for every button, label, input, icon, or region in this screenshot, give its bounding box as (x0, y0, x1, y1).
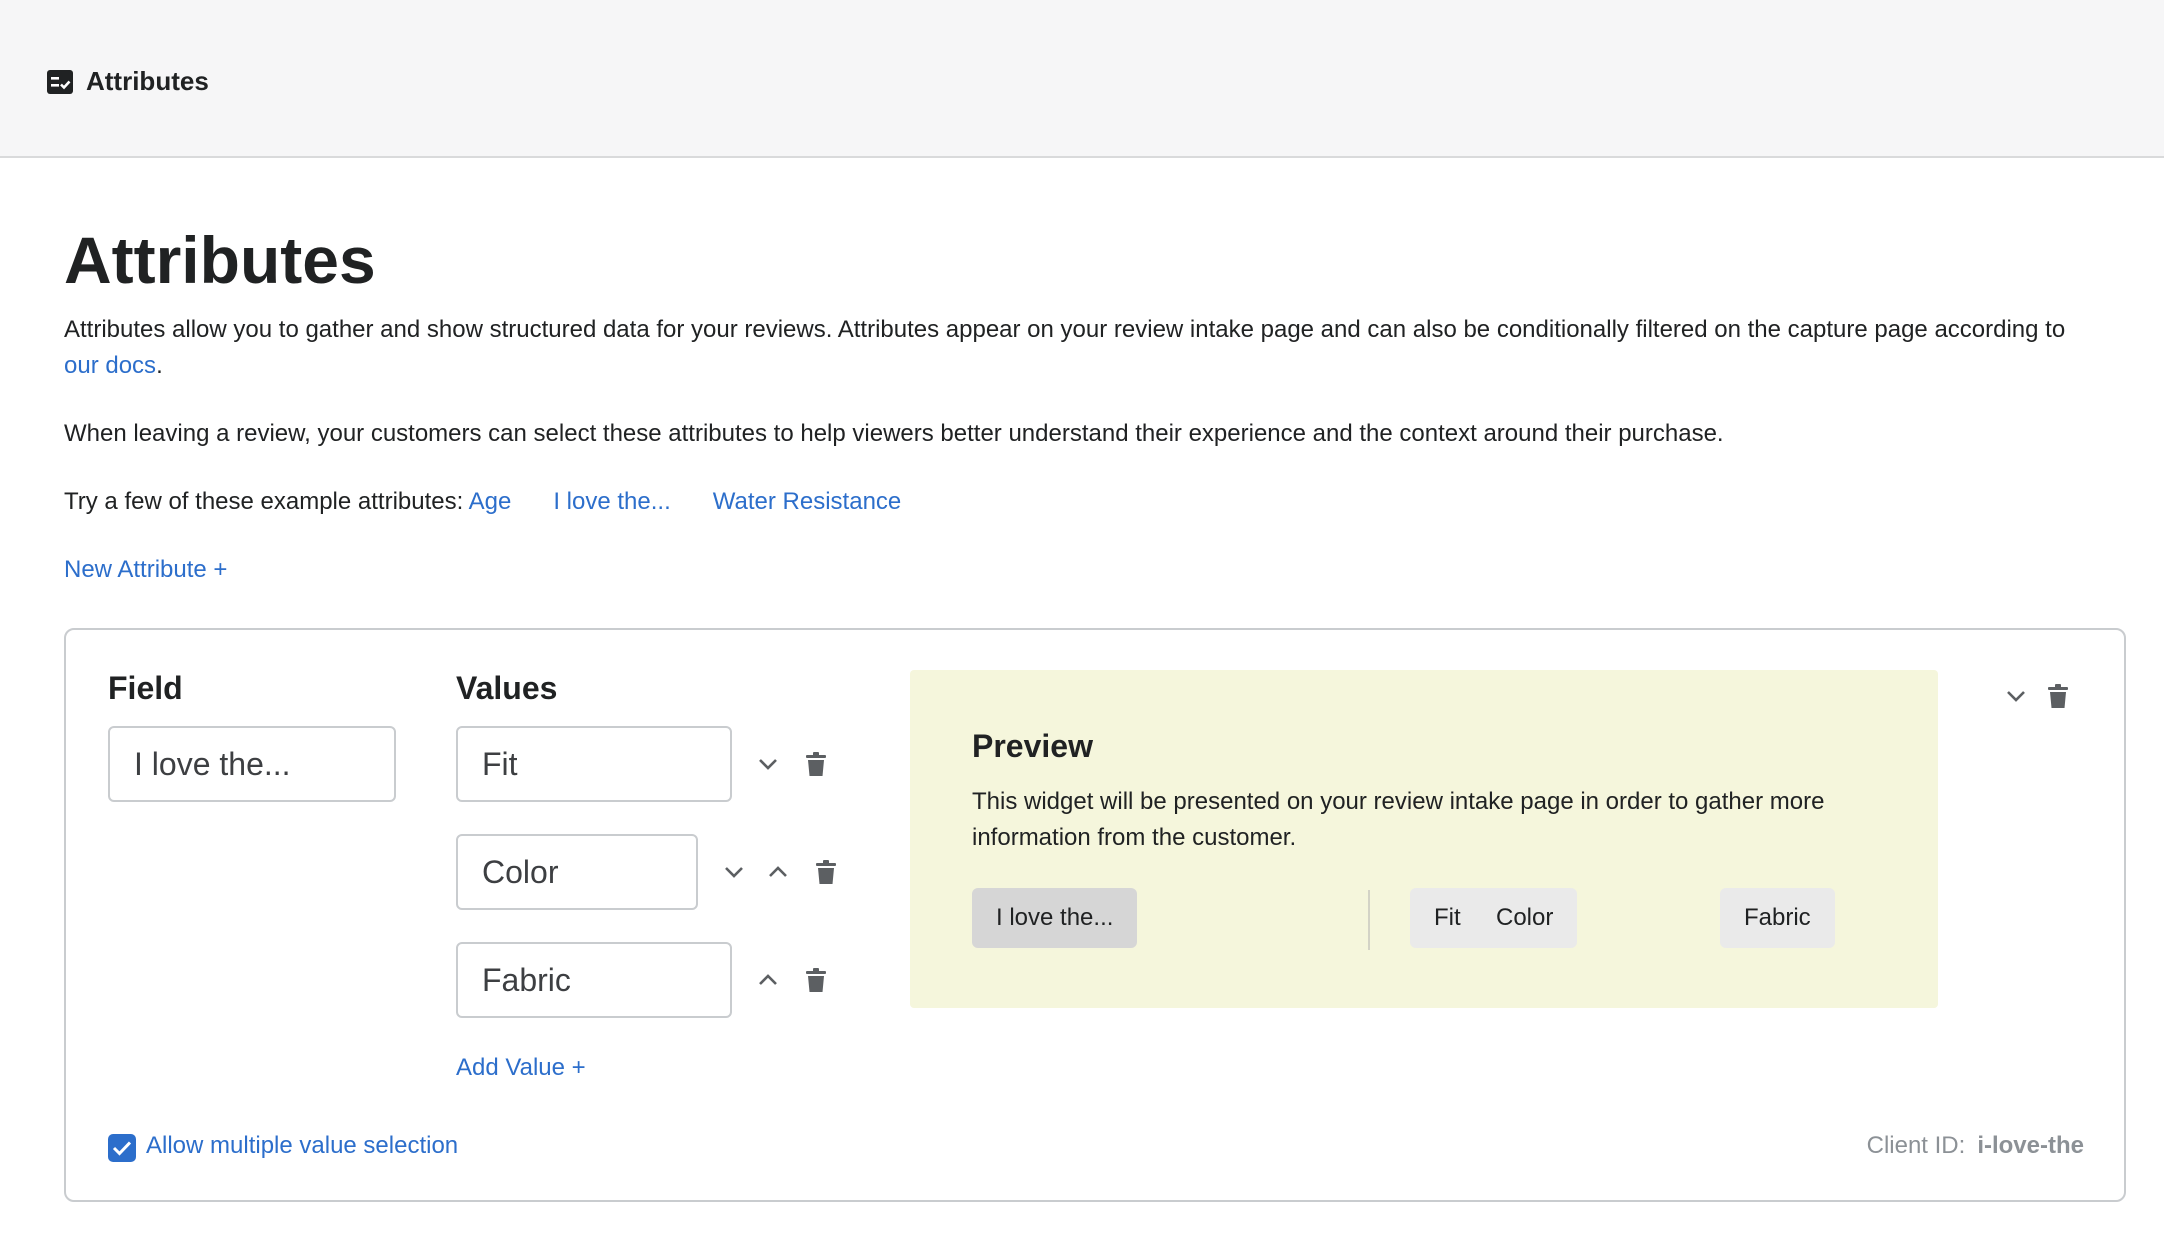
delete-value-icon[interactable] (810, 856, 842, 888)
docs-link[interactable]: our docs (64, 352, 156, 379)
preview-title: Preview (972, 728, 1093, 764)
client-id-label: Client ID: (1866, 1132, 1966, 1159)
example-i-love-the-link[interactable]: I love the... (553, 488, 670, 515)
value-input-fit[interactable] (456, 726, 732, 802)
intro-text: Attributes allow you to gather and show … (64, 316, 2066, 343)
allow-multiple-checkbox[interactable] (108, 1134, 136, 1162)
preview-value-pill-color[interactable]: Color (1472, 888, 1578, 948)
client-id-value: i-love-the (1977, 1132, 2084, 1159)
example-water-resistance-link[interactable]: Water Resistance (713, 488, 902, 515)
delete-attribute-icon[interactable] (2042, 680, 2074, 712)
page-title: Attributes (64, 223, 376, 297)
preview-value-pill-fabric[interactable]: Fabric (1720, 888, 1835, 948)
value-input-color[interactable] (456, 834, 698, 910)
new-attribute-button[interactable]: New Attribute + (64, 552, 227, 588)
top-bar-label: Attributes (86, 66, 209, 96)
move-up-icon[interactable] (762, 856, 794, 888)
preview-divider (1368, 890, 1370, 950)
checklist-icon (46, 68, 74, 96)
client-id: Client ID: i-love-the (1867, 1128, 2084, 1164)
move-down-icon[interactable] (718, 856, 750, 888)
value-input-fabric[interactable] (456, 942, 732, 1018)
preview-field-pill[interactable]: I love the... (972, 888, 1138, 948)
add-value-button[interactable]: Add Value + (456, 1050, 586, 1086)
top-bar-title: Attributes (46, 66, 209, 97)
preview-description: This widget will be presented on your re… (972, 788, 1825, 851)
examples-label: Try a few of these example attributes: (64, 488, 469, 515)
allow-multiple-label[interactable]: Allow multiple value selection (146, 1128, 458, 1164)
field-input[interactable] (108, 726, 396, 802)
intro-end: . (156, 352, 163, 379)
collapse-card-icon[interactable] (2000, 680, 2032, 712)
attribute-card: Field Values Add Value + Preview This wi… (64, 628, 2126, 1202)
delete-value-icon[interactable] (800, 964, 832, 996)
checkmark-icon (112, 1141, 132, 1156)
values-label: Values (456, 670, 558, 706)
top-bar: Attributes (0, 0, 2164, 158)
example-age-link[interactable]: Age (469, 488, 512, 515)
preview-panel: Preview This widget will be presented on… (910, 670, 1938, 1008)
intro-paragraph: Attributes allow you to gather and show … (64, 312, 2104, 384)
move-down-icon[interactable] (752, 748, 784, 780)
delete-value-icon[interactable] (800, 748, 832, 780)
examples-row: Try a few of these example attributes: A… (64, 484, 901, 520)
move-up-icon[interactable] (752, 964, 784, 996)
context-paragraph: When leaving a review, your customers ca… (64, 420, 1724, 447)
field-label: Field (108, 670, 183, 706)
